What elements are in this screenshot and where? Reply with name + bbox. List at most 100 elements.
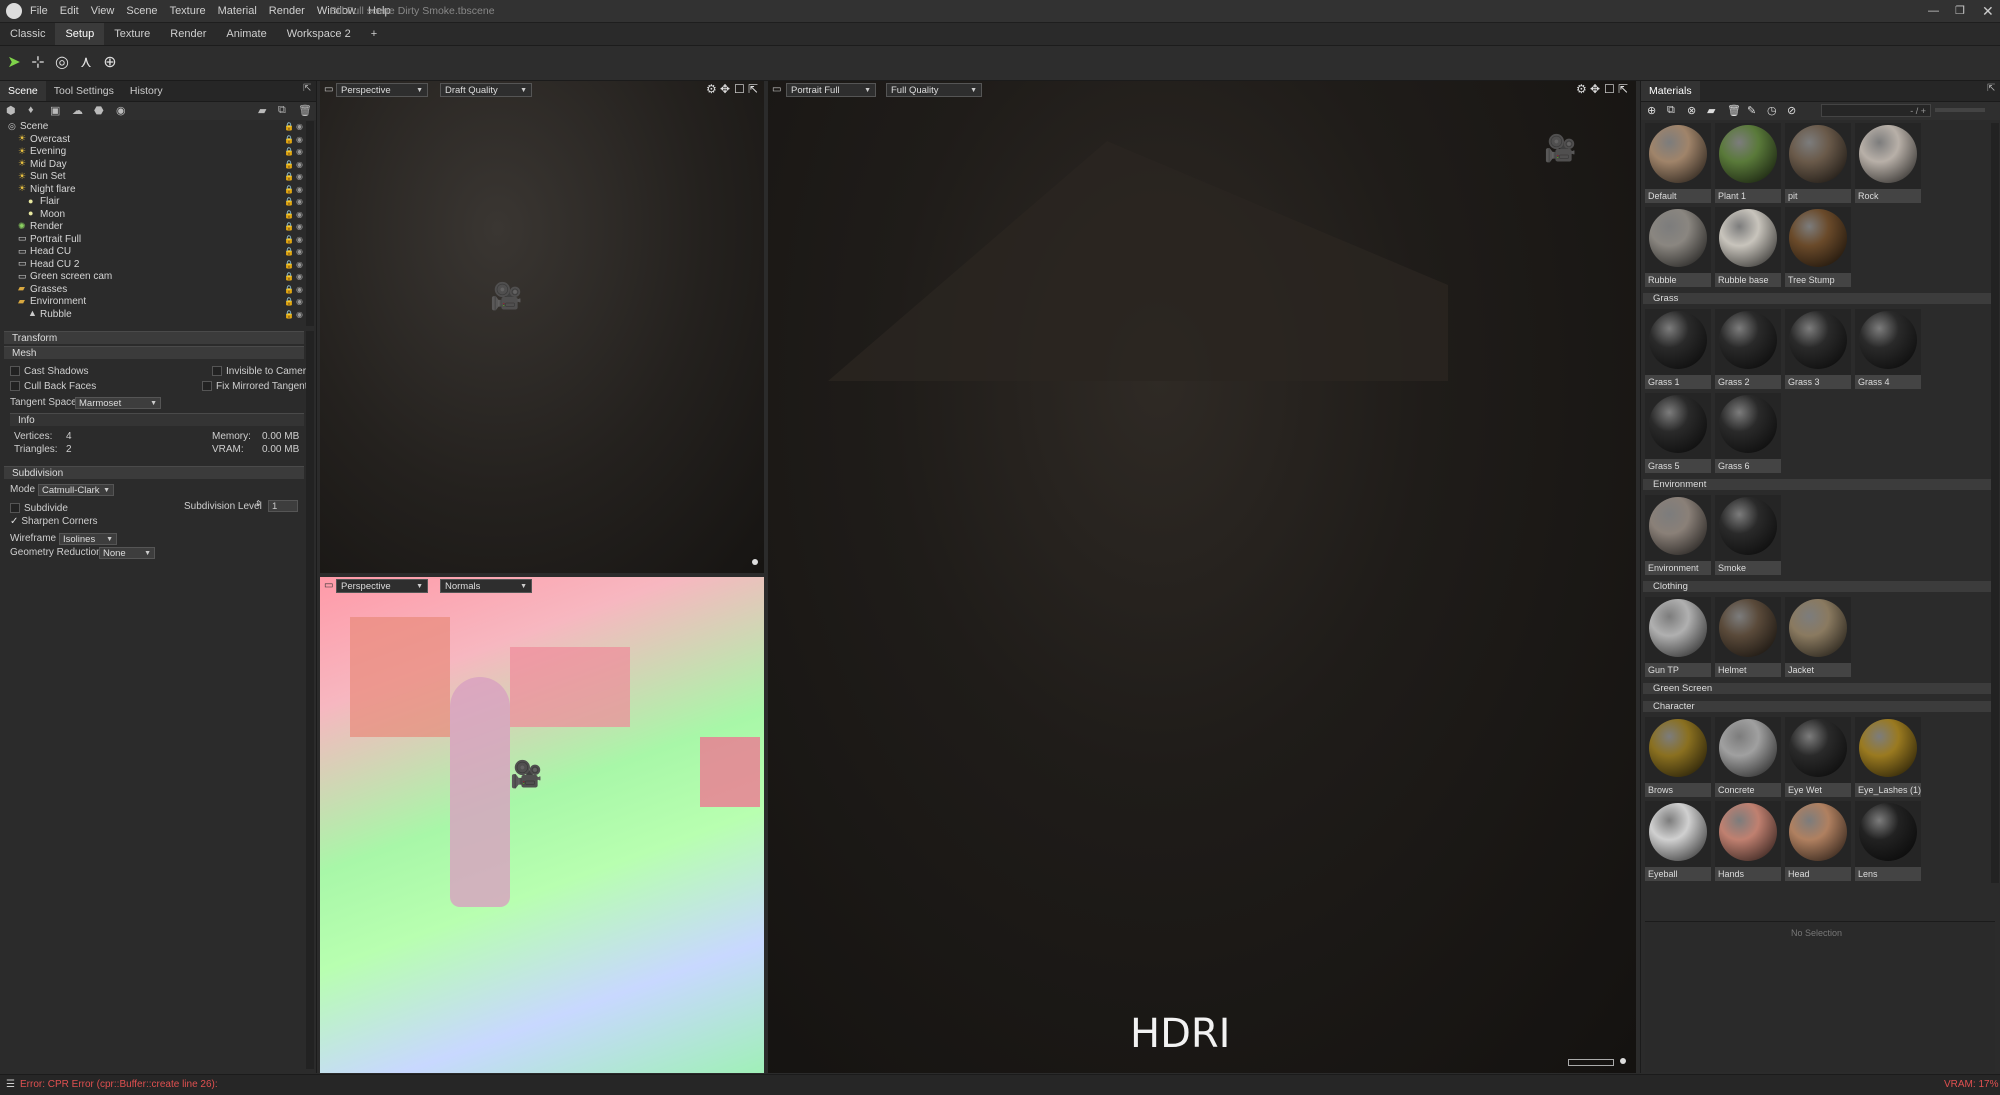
lock-icon[interactable]: 🔒 bbox=[284, 159, 294, 169]
tree-item[interactable]: ☀ Night flare 🔒 ◉ bbox=[4, 184, 304, 197]
workspace-tab-texture[interactable]: Texture bbox=[104, 23, 160, 45]
quality-dropdown[interactable]: Normals bbox=[440, 579, 532, 593]
console-icon[interactable]: ☰ bbox=[6, 1075, 15, 1095]
properties-scrollbar[interactable] bbox=[306, 331, 314, 1069]
material-folder-icon[interactable]: ▰ bbox=[1707, 104, 1715, 117]
material-item[interactable]: Grass 2 bbox=[1715, 309, 1781, 389]
tree-item[interactable]: ▰ Environment 🔒 ◉ bbox=[4, 296, 304, 309]
visibility-eye-icon[interactable]: ◉ bbox=[296, 184, 304, 194]
material-item[interactable]: Grass 6 bbox=[1715, 393, 1781, 473]
add-light-icon[interactable]: ♦ bbox=[28, 104, 34, 116]
frame-icon[interactable]: ☐ bbox=[1604, 82, 1615, 96]
new-folder-icon[interactable]: ▰ bbox=[258, 104, 266, 117]
lock-icon[interactable]: 🔒 bbox=[284, 284, 294, 294]
popout-icon[interactable]: ⇱ bbox=[1618, 82, 1628, 96]
lock-icon[interactable]: 🔒 bbox=[284, 134, 294, 144]
refresh-icon[interactable]: ◷ bbox=[1767, 104, 1777, 117]
section-mesh[interactable]: Mesh bbox=[4, 346, 304, 359]
add-object-icon[interactable]: ⬢ bbox=[6, 104, 16, 117]
tree-item[interactable]: ● Flair 🔒 ◉ bbox=[4, 196, 304, 209]
camera-dropdown[interactable]: Perspective bbox=[336, 83, 428, 97]
lock-icon[interactable]: 🔒 bbox=[284, 259, 294, 269]
tree-item[interactable]: ▭ Green screen cam 🔒 ◉ bbox=[4, 271, 304, 284]
viewport-camera-icon[interactable]: ▭ bbox=[324, 84, 333, 95]
material-item[interactable]: Tree Stump bbox=[1785, 207, 1851, 287]
section-transform[interactable]: Transform bbox=[4, 331, 304, 344]
lock-icon[interactable]: 🔒 bbox=[284, 271, 294, 281]
visibility-eye-icon[interactable]: ◉ bbox=[296, 209, 304, 219]
wireframe-dropdown[interactable]: Isolines bbox=[59, 533, 117, 546]
tab-tool-settings[interactable]: Tool Settings bbox=[46, 81, 122, 101]
lock-icon[interactable]: 🔒 bbox=[284, 296, 294, 306]
duplicate-material-icon[interactable]: ⧉ bbox=[1667, 104, 1675, 117]
add-material-icon[interactable]: ⊕ bbox=[1647, 104, 1656, 117]
tab-scene[interactable]: Scene bbox=[0, 81, 46, 101]
material-item[interactable]: Eyeball bbox=[1645, 801, 1711, 881]
visibility-eye-icon[interactable]: ◉ bbox=[296, 259, 304, 269]
geometry-reduction-dropdown[interactable]: None bbox=[99, 547, 155, 560]
lock-icon[interactable]: 🔒 bbox=[284, 146, 294, 156]
visibility-eye-icon[interactable]: ◉ bbox=[296, 271, 304, 281]
check-icon[interactable]: ✓ bbox=[10, 516, 18, 527]
material-item[interactable]: Hands bbox=[1715, 801, 1781, 881]
material-item[interactable]: Jacket bbox=[1785, 597, 1851, 677]
material-item[interactable]: Environment bbox=[1645, 495, 1711, 575]
popout-icon[interactable]: ⇱ bbox=[748, 82, 758, 96]
tree-scrollbar[interactable] bbox=[306, 121, 314, 326]
cull-back-faces-checkbox[interactable] bbox=[10, 381, 20, 392]
workspace-tab-classic[interactable]: Classic bbox=[0, 23, 55, 45]
subdivision-level-input[interactable]: 1 bbox=[268, 500, 298, 512]
material-item[interactable]: Concrete bbox=[1715, 717, 1781, 797]
minimize-icon[interactable]: — bbox=[1928, 0, 1939, 22]
select-arrow-icon[interactable]: ➤ bbox=[4, 53, 24, 73]
material-item[interactable]: Head bbox=[1785, 801, 1851, 881]
apply-icon[interactable]: ⊘ bbox=[1787, 104, 1796, 117]
fix-mirrored-tangents-option[interactable]: Fix Mirrored Tangents bbox=[202, 381, 313, 392]
material-item[interactable]: Helmet bbox=[1715, 597, 1781, 677]
rotate-gizmo-icon[interactable]: ◎ bbox=[52, 53, 72, 73]
workspace-tab-workspace-2[interactable]: Workspace 2 bbox=[277, 23, 361, 45]
cull-back-faces-option[interactable]: Cull Back Faces bbox=[10, 381, 96, 392]
tree-item[interactable]: ▰ Grasses 🔒 ◉ bbox=[4, 284, 304, 297]
menu-scene[interactable]: Scene bbox=[120, 0, 163, 22]
material-item[interactable]: Eye_Lashes (1) bbox=[1855, 717, 1921, 797]
level-stepper-icon[interactable]: ⇕ bbox=[255, 499, 262, 508]
subdivide-option[interactable]: Subdivide bbox=[10, 503, 68, 514]
lock-icon[interactable]: 🔒 bbox=[284, 209, 294, 219]
lock-icon[interactable]: 🔒 bbox=[284, 309, 294, 319]
viewport-camera-icon[interactable]: ▭ bbox=[772, 84, 781, 95]
close-icon[interactable]: ✕ bbox=[1982, 0, 1994, 22]
visibility-eye-icon[interactable]: ◉ bbox=[296, 284, 304, 294]
material-group-clothing[interactable]: Clothing bbox=[1643, 581, 1991, 592]
menu-file[interactable]: File bbox=[24, 0, 54, 22]
camera-dropdown[interactable]: Portrait Full bbox=[786, 83, 876, 97]
lock-icon[interactable]: 🔒 bbox=[284, 184, 294, 194]
tangent-space-dropdown[interactable]: Marmoset bbox=[75, 397, 161, 410]
maximize-icon[interactable]: ❐ bbox=[1955, 0, 1965, 22]
material-item[interactable]: Lens bbox=[1855, 801, 1921, 881]
error-message[interactable]: Error: CPR Error (cpr::Buffer::create li… bbox=[20, 1075, 218, 1095]
tree-item[interactable]: ☀ Evening 🔒 ◉ bbox=[4, 146, 304, 159]
camera-gizmo-icon[interactable]: 🎥 bbox=[1544, 133, 1576, 164]
viewport-bottom-left[interactable]: Perspective Normals ▭ 🎥 bbox=[320, 577, 764, 1073]
remove-unused-icon[interactable]: ⊗ bbox=[1687, 104, 1696, 117]
tree-item[interactable]: ◎ Scene 🔒 ◉ bbox=[4, 121, 304, 134]
scale-gizmo-icon[interactable]: ⋏ bbox=[76, 53, 96, 73]
viewport-top-left[interactable]: ▭ Perspective Draft Quality ⚙ ✥ ☐ ⇱ 🎥 bbox=[320, 81, 764, 573]
material-group-character[interactable]: Character bbox=[1643, 701, 1991, 712]
lock-icon[interactable]: 🔒 bbox=[284, 171, 294, 181]
material-group-green-screen[interactable]: Green Screen bbox=[1643, 683, 1991, 694]
move-gizmo-icon[interactable]: ⊹ bbox=[28, 53, 48, 73]
fix-mirrored-tangents-checkbox[interactable] bbox=[202, 381, 212, 392]
viewport-main[interactable]: ▭ Portrait Full Full Quality ⚙ ✥ ☐ ⇱ 🎥 H… bbox=[768, 81, 1636, 1073]
quality-dropdown[interactable]: Full Quality bbox=[886, 83, 982, 97]
material-size-slider[interactable] bbox=[1935, 108, 1985, 112]
lock-icon[interactable]: 🔒 bbox=[284, 196, 294, 206]
add-sky-icon[interactable]: ◉ bbox=[116, 104, 126, 117]
workspace-tab-animate[interactable]: Animate bbox=[216, 23, 276, 45]
frame-icon[interactable]: ☐ bbox=[734, 82, 745, 96]
visibility-eye-icon[interactable]: ◉ bbox=[296, 146, 304, 156]
menu-render[interactable]: Render bbox=[263, 0, 311, 22]
lock-icon[interactable]: 🔒 bbox=[284, 246, 294, 256]
material-item[interactable]: Grass 3 bbox=[1785, 309, 1851, 389]
